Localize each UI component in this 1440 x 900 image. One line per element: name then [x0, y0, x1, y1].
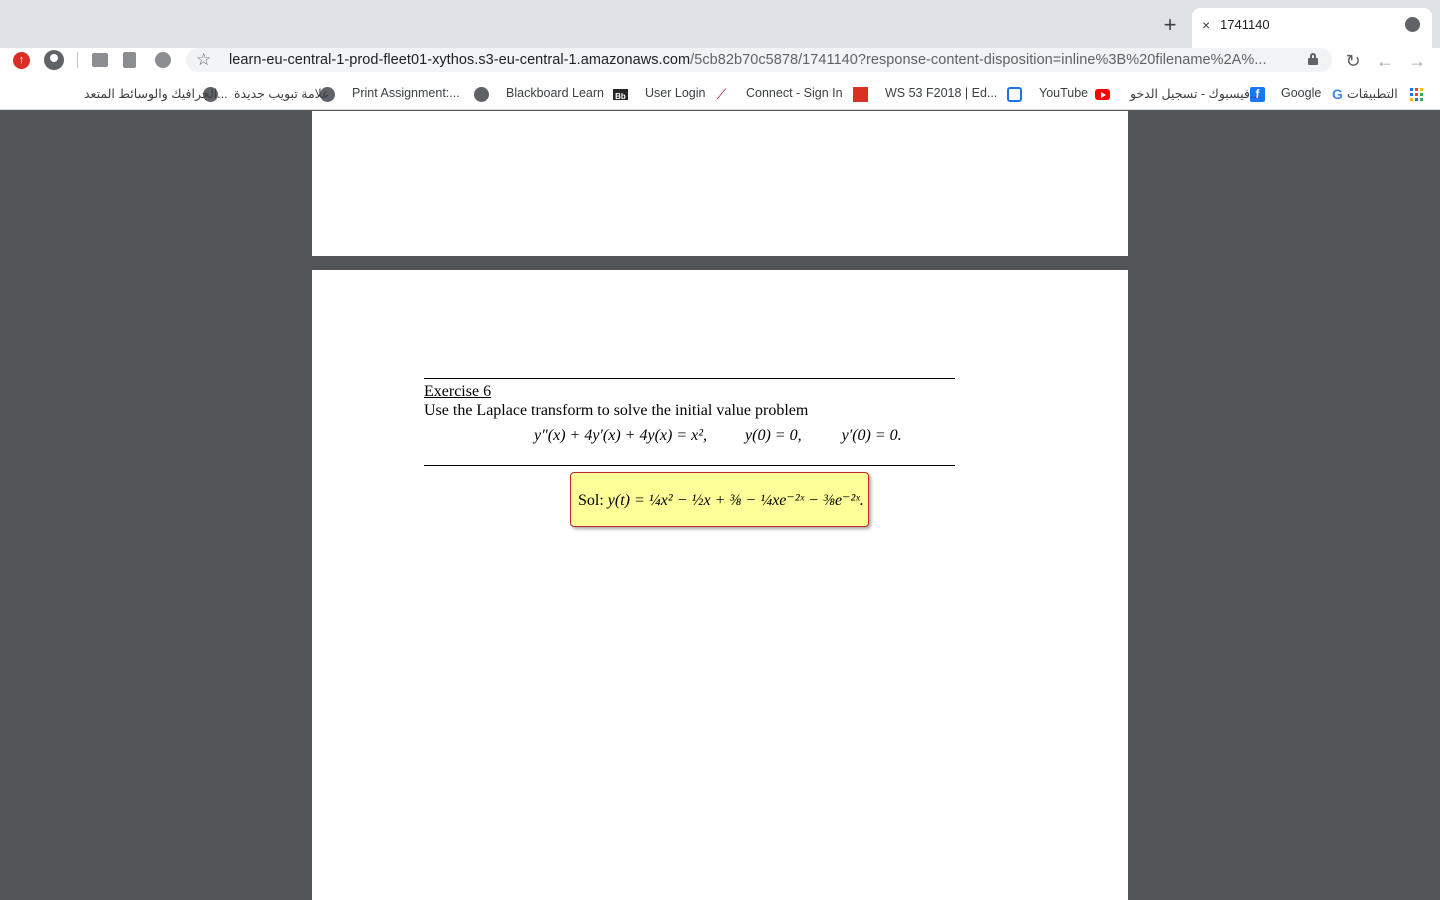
- extension-icon[interactable]: [92, 53, 108, 67]
- differential-equation: y″(x) + 4y′(x) + 4y(x) = x²,: [534, 427, 708, 444]
- url-host: learn-eu-central-1-prod-fleet01-xythos.s…: [229, 52, 691, 68]
- solution-box: Sol: y(t) = ¼x² − ½x + ⅜ − ¼xe⁻²ˣ − ⅜e⁻²…: [570, 472, 869, 527]
- exercise-text: Use the Laplace transform to solve the i…: [424, 402, 809, 419]
- webwork-icon: [1007, 87, 1022, 102]
- url-text[interactable]: learn-eu-central-1-prod-fleet01-xythos.s…: [229, 52, 1267, 68]
- bookmark-blackboard[interactable]: Blackboard Learn: [506, 86, 604, 100]
- reader-extension-icon[interactable]: [123, 52, 136, 68]
- bookmark-print-assignment[interactable]: Print Assignment:...: [352, 86, 460, 100]
- bookmark-connect[interactable]: Connect - Sign In: [746, 86, 843, 100]
- youtube-icon: [1095, 89, 1110, 100]
- bookmark-apps[interactable]: التطبيقات: [1347, 86, 1398, 101]
- pdf-page-previous: [312, 111, 1128, 256]
- rule-top: [424, 378, 955, 379]
- bookmark-user-login[interactable]: User Login: [645, 86, 705, 100]
- back-icon[interactable]: ←: [1375, 51, 1395, 71]
- initial-condition-2: y′(0) = 0.: [841, 427, 902, 444]
- apps-grid-icon: [1410, 88, 1423, 101]
- globe-extension-icon[interactable]: [155, 52, 171, 68]
- address-bar[interactable]: ☆ learn-eu-central-1-prod-fleet01-xythos…: [186, 48, 1332, 72]
- bookmark-ws53[interactable]: WS 53 F2018 | Ed...: [885, 86, 997, 100]
- globe-icon: [1405, 17, 1420, 32]
- close-tab-icon[interactable]: ×: [1202, 17, 1210, 33]
- bookmark-youtube[interactable]: YouTube: [1039, 86, 1088, 100]
- star-icon[interactable]: ☆: [196, 50, 211, 70]
- rule-bottom: [424, 465, 955, 466]
- solution-line: Sol: y(t) = ¼x² − ½x + ⅜ − ¼xe⁻²ˣ − ⅜e⁻²…: [578, 490, 864, 510]
- tab-title: 1741140: [1220, 17, 1270, 32]
- pdf-page-current: Exercise 6 Use the Laplace transform to …: [312, 270, 1128, 900]
- browser-tab[interactable]: × 1741140: [1192, 8, 1432, 48]
- bookmark-google[interactable]: Google: [1281, 86, 1321, 100]
- solution-label: Sol:: [578, 492, 604, 509]
- browser-toolbar: ↑ ☆ learn-eu-central-1-prod-fleet01-xyth…: [0, 48, 1440, 80]
- exercise-title: Exercise 6: [424, 383, 492, 400]
- reload-icon[interactable]: ↻: [1343, 51, 1363, 71]
- profile-icon[interactable]: [44, 50, 64, 70]
- new-tab-button[interactable]: +: [1160, 12, 1180, 38]
- forward-icon[interactable]: →: [1407, 51, 1427, 71]
- update-icon[interactable]: ↑: [13, 52, 30, 69]
- feather-icon: ⟋: [716, 86, 727, 102]
- url-path: /5cb82b70c5878/1741140?response-content-…: [690, 52, 1267, 68]
- globe-icon: [474, 87, 489, 102]
- tab-strip: + × 1741140: [0, 0, 1440, 48]
- exercise-equation: y″(x) + 4y′(x) + 4y(x) = x², y(0) = 0, y…: [534, 427, 902, 445]
- solution-expression: y(t) = ¼x² − ½x + ⅜ − ¼xe⁻²ˣ − ⅜e⁻²ˣ.: [607, 492, 864, 509]
- lock-icon[interactable]: [1308, 52, 1318, 65]
- bookmark-new-tab[interactable]: علامة تبويب جديدة: [234, 86, 330, 101]
- blackboard-icon: Bb: [613, 89, 628, 101]
- toolbar-divider: [77, 52, 78, 68]
- google-icon: G: [1332, 86, 1343, 102]
- bookmarks-bar: التطبيقات G Google f فيسبوك - تسجيل الدخ…: [0, 80, 1440, 110]
- initial-condition-1: y(0) = 0,: [745, 427, 802, 444]
- bookmark-graphics[interactable]: الجرافيك والوسائط المتعد...: [84, 86, 228, 101]
- bookmark-facebook[interactable]: فيسبوك - تسجيل الدخو...: [1130, 86, 1260, 101]
- connect-icon: [853, 87, 868, 102]
